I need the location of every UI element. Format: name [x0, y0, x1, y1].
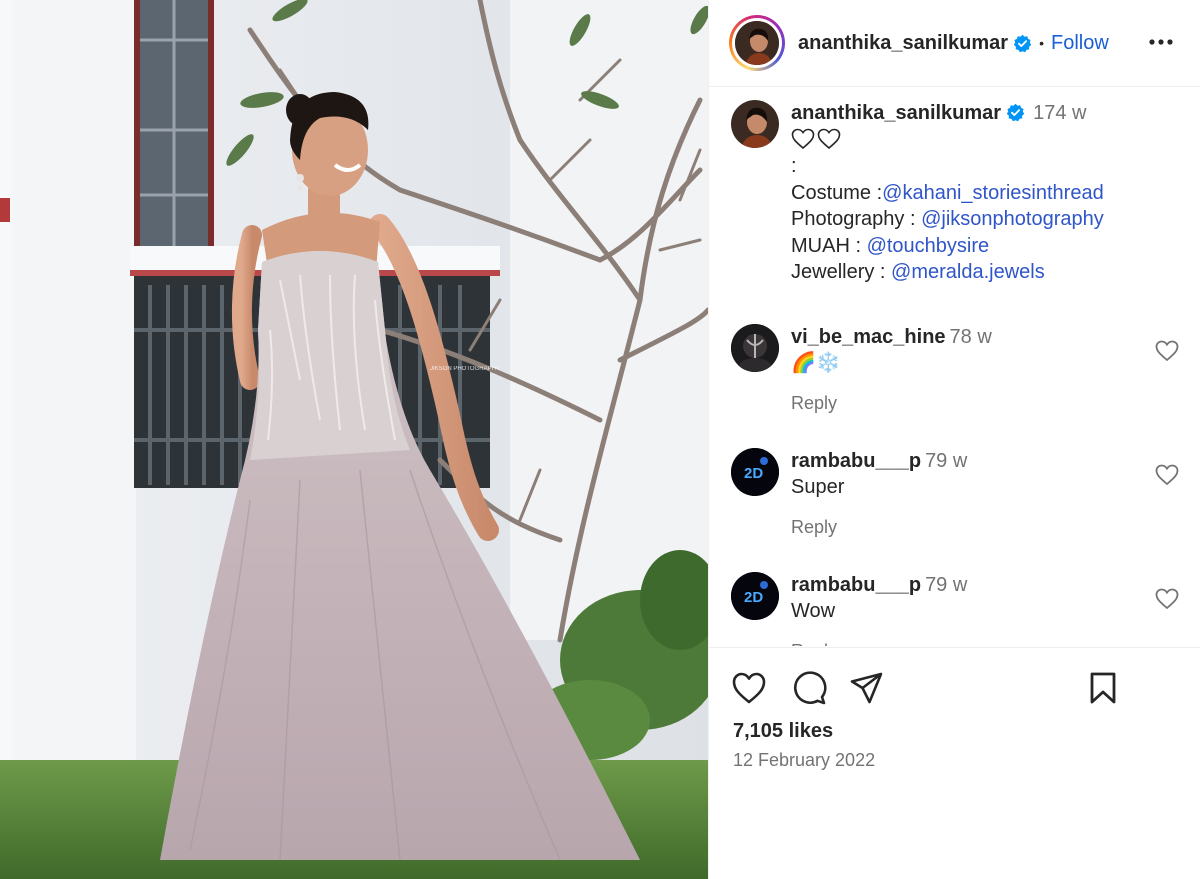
author-avatar-image — [735, 21, 779, 65]
caption-line-jewellery: Jewellery : @meralda.jewels — [791, 259, 1104, 286]
like-heart-icon[interactable] — [731, 671, 767, 705]
post-date[interactable]: 12 February 2022 — [733, 750, 875, 771]
mention-link[interactable]: @touchbysire — [867, 235, 990, 257]
reply-button[interactable]: Reply — [791, 514, 967, 540]
commenter-avatar[interactable] — [731, 324, 779, 372]
comment-icon[interactable] — [791, 671, 827, 705]
author-avatar[interactable] — [729, 15, 785, 71]
mention-link[interactable]: @meralda.jewels — [891, 261, 1045, 283]
likes-count[interactable]: 7,105 likes — [733, 720, 833, 743]
comment-text: Wow — [791, 600, 836, 622]
photo-watermark: JIKSON PHOTOGRAPHY — [430, 366, 500, 372]
reply-button[interactable]: Reply — [791, 638, 967, 646]
comment-item: vi_be_mac_hine 78 w 🌈❄️ Reply — [731, 324, 1181, 416]
post-actions: 7,105 likes 12 February 2022 — [709, 647, 1200, 879]
caption-line-costume: Costume :@kahani_storiesinthread — [791, 180, 1104, 207]
commenter-avatar[interactable]: 2D — [731, 448, 779, 496]
caption-label: Costume : — [791, 181, 883, 204]
reply-button[interactable]: Reply — [791, 390, 992, 416]
caption-time: 174 w — [1033, 102, 1087, 124]
caption-label: Photography : — [791, 208, 922, 230]
svg-text:2D: 2D — [744, 589, 763, 606]
comment-item: 2D rambabu___p79 w Wow Reply — [731, 572, 1181, 646]
post-photo[interactable]: JIKSON PHOTOGRAPHY — [0, 0, 708, 879]
follow-button[interactable]: Follow — [1051, 32, 1109, 55]
more-options-icon[interactable] — [1148, 32, 1174, 52]
commenter-username[interactable]: vi_be_mac_hine — [791, 326, 946, 348]
comments-section[interactable]: ananthika_sanilkumar 174 w : Costume :@ka… — [709, 88, 1200, 646]
mention-link[interactable]: @jiksonphotography — [921, 208, 1104, 230]
comment-item: 2D rambabu___p 79 w Super Reply — [731, 448, 1181, 540]
comment-time: 78 w — [949, 326, 992, 348]
caption-username[interactable]: ananthika_sanilkumar — [791, 102, 1001, 124]
comment-text: 🌈❄️ — [791, 352, 841, 374]
post-header: ananthika_sanilkumar • Follow — [709, 0, 1200, 87]
comment-like-heart-icon[interactable] — [1155, 464, 1179, 486]
caption-hearts — [791, 127, 1104, 154]
post-photo-image: JIKSON PHOTOGRAPHY — [0, 0, 708, 879]
commenter-username[interactable]: rambabu___p — [791, 574, 921, 596]
caption-line-photography: Photography : @jiksonphotography — [791, 206, 1104, 233]
verified-badge-icon — [1013, 34, 1032, 52]
comment-time: 79 w — [925, 574, 968, 596]
caption-label: Jewellery : — [791, 261, 892, 283]
share-icon[interactable] — [849, 671, 885, 705]
caption-colon: : — [791, 155, 797, 177]
commenter-avatar[interactable]: 2D — [731, 572, 779, 620]
commenter-username[interactable]: rambabu___p — [791, 450, 921, 472]
svg-text:2D: 2D — [744, 465, 763, 482]
comment-text: Super — [791, 476, 845, 498]
comment-like-heart-icon[interactable] — [1155, 588, 1179, 610]
caption-verified-badge-icon — [1006, 103, 1025, 122]
bookmark-icon[interactable] — [1085, 671, 1121, 705]
post-caption: ananthika_sanilkumar 174 w : Costume :@ka… — [731, 100, 1104, 286]
separator-dot: • — [1039, 35, 1044, 51]
post-side-panel: ananthika_sanilkumar • Follow ananthika_ — [708, 0, 1200, 879]
mention-link[interactable]: @kahani_storiesinthread — [882, 182, 1104, 204]
caption-line-muah: MUAH : @touchbysire — [791, 233, 1104, 260]
caption-avatar[interactable] — [731, 100, 779, 148]
comment-time: 79 w — [925, 450, 968, 472]
white-heart-icon — [817, 128, 841, 149]
comment-like-heart-icon[interactable] — [1155, 340, 1179, 362]
caption-label: MUAH : — [791, 234, 867, 257]
author-username[interactable]: ananthika_sanilkumar — [798, 32, 1008, 55]
white-heart-icon — [791, 128, 815, 149]
